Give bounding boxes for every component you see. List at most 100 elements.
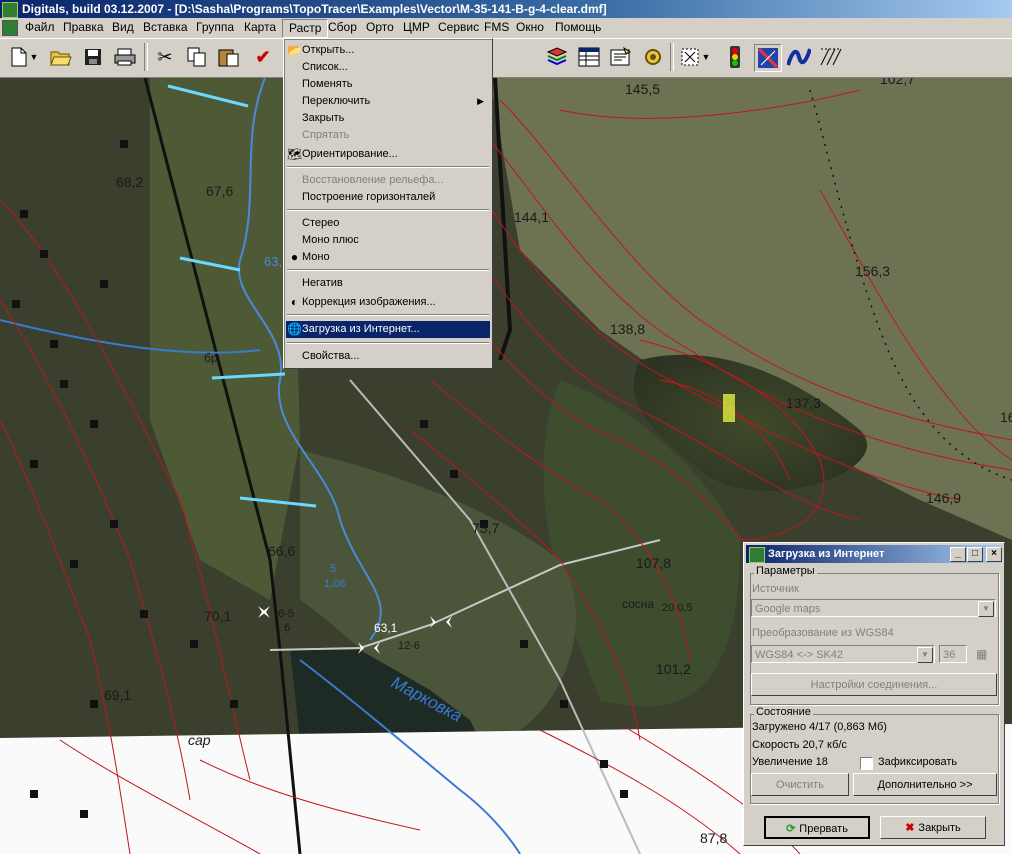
- transform-select: WGS84 <-> SK42 ▼: [751, 645, 935, 663]
- open-folder-icon: 📂: [287, 43, 302, 57]
- map-label: сосна: [622, 597, 654, 611]
- menu-item-label: Коррекция изображения...: [302, 296, 436, 308]
- save-icon[interactable]: [80, 44, 106, 70]
- map-label: 144,1: [514, 209, 549, 225]
- select-dropdown-icon[interactable]: ▼: [700, 44, 712, 70]
- curve-icon[interactable]: [786, 44, 812, 70]
- menu-item-correction[interactable]: ◐ Коррекция изображения...: [286, 294, 490, 311]
- document-icon[interactable]: [2, 20, 18, 36]
- download-dialog: Загрузка из Интернет _ □ × Параметры Ист…: [743, 542, 1005, 846]
- map-label: 145,5: [625, 81, 660, 97]
- new-dropdown-icon[interactable]: ▼: [28, 44, 40, 70]
- menu-item-label: Моно плюс: [302, 234, 359, 246]
- menu-item-hide: Спрятать: [286, 127, 490, 144]
- settings-icon[interactable]: [640, 44, 666, 70]
- vector-edit-icon[interactable]: [754, 44, 782, 72]
- traffic-light-icon[interactable]: [722, 44, 748, 70]
- map-label: бр.: [204, 351, 221, 365]
- menu-item-switch[interactable]: Переключить ▶: [286, 93, 490, 110]
- toolbar-separator: [670, 43, 674, 71]
- refresh-icon: ⟳: [786, 823, 796, 835]
- menu-item-stereo[interactable]: Стерео: [286, 215, 490, 232]
- menu-item-download[interactable]: 🌐 Загрузка из Интернет...: [286, 321, 490, 338]
- close-icon[interactable]: ×: [986, 547, 1002, 562]
- menu-item-properties[interactable]: Свойства...: [286, 348, 490, 365]
- abort-button[interactable]: ⟳ Прервать: [764, 816, 870, 839]
- dialog-title: Загрузка из Интернет: [768, 548, 885, 560]
- map-label: 5: [330, 563, 336, 575]
- menu-window[interactable]: Окно: [510, 18, 550, 37]
- chevron-down-icon: ▼: [978, 601, 994, 617]
- copy-icon[interactable]: [184, 44, 210, 70]
- radio-dot-icon: ●: [290, 250, 299, 264]
- menu-item-label: Поменять: [302, 78, 353, 90]
- menu-item-label: Переключить: [302, 95, 371, 107]
- menu-item-label: Ориентирование...: [302, 148, 398, 160]
- menu-item-mono[interactable]: ● Моно: [286, 249, 490, 266]
- menu-help[interactable]: Помощь: [549, 18, 607, 37]
- hatching-icon[interactable]: [818, 44, 844, 70]
- map-label: 107,8: [636, 555, 671, 571]
- close-button[interactable]: ✖ Закрыть: [880, 816, 986, 839]
- connection-settings-button: Настройки соединения...: [751, 673, 997, 696]
- menu-separator: [287, 342, 489, 344]
- map-label: 67,6: [206, 183, 233, 199]
- menu-item-open[interactable]: 📂 Открыть...: [286, 42, 490, 59]
- form-icon[interactable]: [608, 44, 634, 70]
- toolbar: ▼ ✂ ✔ 0000 ▼: [0, 39, 1012, 108]
- close-x-icon: ✖: [905, 822, 915, 834]
- source-select: Google maps ▼: [751, 599, 996, 617]
- state-group-label: Состояние: [754, 706, 813, 718]
- menu-dem[interactable]: ЦМР: [397, 18, 436, 37]
- menu-map[interactable]: Карта: [238, 18, 282, 37]
- menu-item-contours[interactable]: Построение горизонталей: [286, 189, 490, 206]
- map-label: 101,2: [656, 661, 691, 677]
- menu-item-orient[interactable]: 🗺 Ориентирование...: [286, 146, 490, 163]
- menu-item-swap[interactable]: Поменять: [286, 76, 490, 93]
- menu-edit[interactable]: Правка: [57, 18, 110, 37]
- dialog-title-bar[interactable]: Загрузка из Интернет _ □ ×: [746, 545, 1002, 563]
- print-icon[interactable]: [112, 44, 138, 70]
- open-icon[interactable]: [48, 44, 74, 70]
- menu-item-close[interactable]: Закрыть: [286, 110, 490, 127]
- loaded-status: Загружено 4/17 (0,863 Мб): [752, 721, 887, 733]
- map-label: сар: [188, 732, 211, 748]
- transform-value: WGS84 <-> SK42: [755, 649, 844, 661]
- zoom-status: Увеличение 18: [752, 756, 828, 768]
- map-label: 146,9: [926, 490, 961, 506]
- menu-item-mono-plus[interactable]: Моно плюс: [286, 232, 490, 249]
- cut-icon[interactable]: ✂: [152, 44, 178, 70]
- zone-value: 36: [943, 649, 956, 661]
- paste-icon[interactable]: [216, 44, 242, 70]
- menu-group[interactable]: Группа: [190, 18, 240, 37]
- menu-item-label: Открыть...: [302, 44, 355, 56]
- map-label: 137,3: [786, 395, 821, 411]
- menu-file[interactable]: Файл: [19, 18, 61, 37]
- menu-insert[interactable]: Вставка: [137, 18, 194, 37]
- menu-item-list[interactable]: Список...: [286, 59, 490, 76]
- submenu-arrow-icon: ▶: [477, 96, 484, 106]
- source-label: Источник: [752, 583, 799, 595]
- zone-input: 36: [939, 645, 967, 663]
- orient-icon: 🗺: [287, 147, 303, 161]
- map-label: 68,2: [116, 174, 143, 190]
- menu-item-negative[interactable]: Негатив: [286, 275, 490, 292]
- more-button[interactable]: Дополнительно >>: [853, 773, 997, 796]
- menu-view[interactable]: Вид: [106, 18, 140, 37]
- check-icon[interactable]: ✔: [250, 44, 276, 70]
- fix-checkbox[interactable]: [860, 757, 873, 770]
- menu-ortho[interactable]: Орто: [360, 18, 400, 37]
- menu-collect[interactable]: Сбор: [322, 18, 363, 37]
- menu-separator: [287, 209, 489, 211]
- map-label: 63,1: [374, 621, 398, 635]
- maximize-button[interactable]: □: [967, 547, 983, 562]
- map-label: 156,3: [855, 263, 890, 279]
- contrast-icon: ◐: [290, 295, 299, 309]
- table-icon[interactable]: [576, 44, 602, 70]
- layers-icon[interactable]: [544, 44, 570, 70]
- map-label: 87,8: [700, 830, 727, 846]
- menu-item-label: Стерео: [302, 217, 340, 229]
- menu-item-label: Негатив: [302, 277, 343, 289]
- minimize-button[interactable]: _: [950, 547, 966, 562]
- menu-item-label: Список...: [302, 61, 348, 73]
